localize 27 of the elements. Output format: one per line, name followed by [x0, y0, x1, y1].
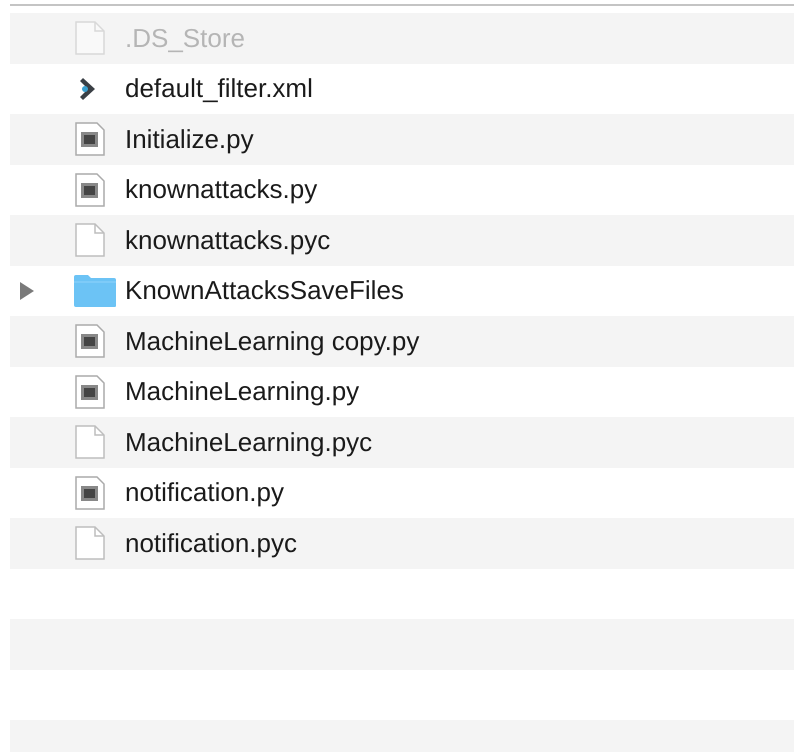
file-row[interactable]: Initialize.py	[10, 114, 794, 164]
document-icon	[75, 223, 105, 258]
script-file-icon	[75, 324, 105, 358]
document-icon	[75, 425, 105, 460]
document-icon	[75, 526, 105, 560]
disclosure-triangle-icon[interactable]	[20, 282, 34, 300]
script-file-icon	[75, 374, 105, 409]
script-file-icon	[75, 122, 105, 156]
file-name: KnownAttacksSaveFiles	[125, 274, 404, 308]
file-name: knownattacks.py	[125, 173, 318, 206]
file-row[interactable]: knownattacks.pyc	[10, 215, 794, 266]
file-name: .DS_Store	[125, 22, 245, 55]
file-name: MachineLearning.py	[125, 375, 360, 408]
file-row[interactable]: MachineLearning.pyc	[10, 417, 794, 468]
script-file-icon	[75, 476, 105, 510]
folder-icon	[73, 274, 117, 308]
file-name: default_filter.xml	[125, 72, 313, 106]
file-name: MachineLearning copy.py	[125, 324, 420, 358]
file-row[interactable]: notification.pyc	[10, 518, 794, 568]
file-row[interactable]: MachineLearning copy.py	[10, 316, 794, 366]
file-name: MachineLearning.pyc	[125, 426, 372, 459]
file-name: notification.py	[125, 476, 284, 510]
file-name: Initialize.py	[125, 122, 254, 156]
file-name: knownattacks.pyc	[125, 224, 330, 257]
script-file-icon	[75, 172, 105, 207]
document-icon	[75, 21, 105, 56]
file-name: notification.pyc	[125, 526, 297, 560]
